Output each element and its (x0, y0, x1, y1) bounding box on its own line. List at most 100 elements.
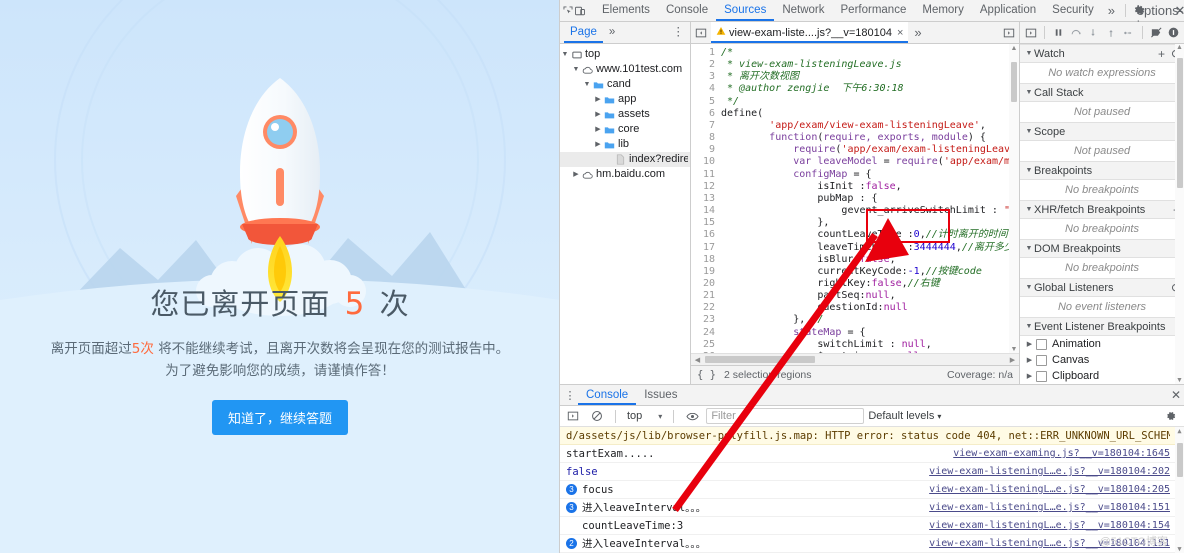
chevron-down-icon[interactable]: ▼ (1024, 167, 1034, 174)
drawer-tab-console[interactable]: Console (578, 385, 636, 405)
code-line[interactable]: isInit :false, (721, 181, 1019, 193)
inspect-element-icon[interactable] (562, 1, 574, 20)
checkbox[interactable] (1036, 354, 1047, 366)
show-debugger-icon[interactable] (999, 23, 1019, 42)
gear-icon[interactable] (1161, 407, 1181, 426)
tab-application[interactable]: Application (972, 0, 1044, 21)
tree-item-index-redirect[interactable]: index?redirect=0 (560, 152, 690, 167)
scroll-up-icon[interactable]: ▲ (1175, 44, 1184, 51)
chevron-right-icon[interactable]: ▶ (1024, 372, 1035, 380)
drawer-kebab-icon[interactable]: ⋮ (562, 389, 578, 402)
chevron-down-icon[interactable]: ▼ (1024, 284, 1034, 291)
code-line[interactable]: /* (721, 47, 1019, 59)
chevron-right-icon[interactable]: ▶ (1024, 340, 1035, 348)
code-line[interactable]: function(require, exports, module) { (721, 132, 1019, 144)
code-line[interactable]: pubMap : { (721, 193, 1019, 205)
clear-console-icon[interactable] (587, 407, 607, 426)
tree-item-www-101test-com[interactable]: ▼ www.101test.com (560, 62, 690, 77)
chevron-right-icon[interactable]: ▶ (593, 122, 603, 137)
more-tabs-icon[interactable]: » (1102, 3, 1121, 18)
source-tabs-more-icon[interactable]: » (908, 25, 927, 40)
tab-performance[interactable]: Performance (833, 0, 915, 21)
tree-item-hm-baidu-com[interactable]: ▶ hm.baidu.com (560, 167, 690, 182)
code-line[interactable]: configMap = { (721, 169, 1019, 181)
code-line[interactable]: currentKeyCode:-1,//按键code (721, 266, 1019, 278)
code-line[interactable]: var leaveModel = require('app/exam/model… (721, 156, 1019, 168)
tree-item-lib[interactable]: ▶ lib (560, 137, 690, 152)
console-row[interactable]: 3 进入leaveInterval。。。 view-exam-listening… (560, 499, 1184, 517)
chevron-down-icon[interactable]: ▼ (571, 62, 581, 77)
section-header-watch[interactable]: ▼ Watch + ⟳ (1020, 44, 1184, 63)
code-line[interactable]: }, (721, 217, 1019, 229)
tab-network[interactable]: Network (774, 0, 832, 21)
scroll-left-icon[interactable]: ◀ (691, 356, 704, 364)
code-line[interactable]: gevent_arriveSwitchLimit : "view-e (721, 205, 1019, 217)
elb-item-clipboard[interactable]: ▶ Clipboard (1020, 368, 1184, 384)
console-filter-input[interactable]: Filter (706, 408, 865, 424)
tree-item-cand[interactable]: ▼ cand (560, 77, 690, 92)
section-header-scope[interactable]: ▼ Scope (1020, 122, 1184, 141)
code-line[interactable]: switchLimit : null, (721, 339, 1019, 351)
tree-item-top[interactable]: ▼ top (560, 47, 690, 62)
step-out-icon[interactable] (1103, 23, 1118, 42)
console-vertical-scrollbar[interactable]: ▲ ▼ (1175, 427, 1184, 553)
chevron-down-icon[interactable]: ▼ (1024, 89, 1034, 96)
chevron-down-icon[interactable]: ▼ (1024, 206, 1034, 213)
source-code-text[interactable]: /* * view-exam-listeningLeave.js * 离开次数视… (719, 44, 1019, 365)
scroll-down-icon[interactable]: ▼ (1009, 346, 1019, 353)
console-row[interactable]: 3 focus view-exam-listeningL…e.js?__v=18… (560, 481, 1184, 499)
elb-item-animation[interactable]: ▶ Animation (1020, 336, 1184, 352)
chevron-right-icon[interactable]: ▶ (593, 137, 603, 152)
console-row[interactable]: false view-exam-listeningL…e.js?__v=1801… (560, 463, 1184, 481)
scrollbar-thumb[interactable] (1176, 443, 1183, 477)
tree-item-app[interactable]: ▶ app (560, 92, 690, 107)
console-row[interactable]: 2 进入leaveInterval。。。 view-exam-listening… (560, 535, 1184, 553)
code-line[interactable]: */ (721, 96, 1019, 108)
close-icon[interactable]: × (895, 27, 903, 39)
code-line[interactable]: rightKey:false,//右键 (721, 278, 1019, 290)
tree-item-core[interactable]: ▶ core (560, 122, 690, 137)
close-icon[interactable]: ✕ (1168, 388, 1184, 402)
continue-answering-button[interactable]: 知道了，继续答题 (211, 400, 348, 435)
code-viewport[interactable]: 1 2 3 4 5 6 7 8 9 10 11 12 13 14 15 16 17 18 19 20 21 22 23 24 2… (691, 44, 1019, 365)
chevron-right-icon[interactable]: ▶ (1024, 356, 1035, 364)
add-watch-expression-icon[interactable]: + (1154, 47, 1169, 61)
tree-item-assets[interactable]: ▶ assets (560, 107, 690, 122)
navigator-tab-page[interactable]: Page (564, 22, 603, 43)
code-line[interactable]: stateMap = { (721, 327, 1019, 339)
pretty-print-icon[interactable]: { } (697, 369, 716, 381)
tab-memory[interactable]: Memory (914, 0, 972, 21)
scrollbar-thumb-h[interactable] (705, 356, 815, 363)
scrollbar-thumb[interactable] (1011, 62, 1017, 102)
navigator-kebab-icon[interactable]: ⋮ (667, 22, 691, 43)
scroll-down-icon[interactable]: ▼ (1175, 545, 1184, 553)
section-header-event-listener-breakpoints[interactable]: ▼ Event Listener Breakpoints (1020, 317, 1184, 336)
code-line[interactable]: isBlur:false, (721, 254, 1019, 266)
tab-security[interactable]: Security (1044, 0, 1102, 21)
chevron-down-icon[interactable]: ▼ (1024, 128, 1034, 135)
scrollbar-thumb[interactable] (1176, 58, 1183, 188)
console-context-selector[interactable]: top ▾ (624, 410, 665, 422)
chevron-down-icon[interactable]: ▼ (582, 77, 592, 92)
show-debugger-sidebar-icon[interactable] (1023, 23, 1038, 42)
console-source-link[interactable]: view-exam-listeningL…e.js?__v=180104:205 (929, 484, 1170, 495)
console-source-link[interactable]: view-exam-examing.js?__v=180104:1645 (953, 448, 1170, 459)
device-toolbar-icon[interactable] (574, 1, 586, 20)
chevron-down-icon[interactable]: ▼ (1024, 245, 1034, 252)
live-expression-icon[interactable] (682, 407, 702, 426)
tab-elements[interactable]: Elements (594, 0, 658, 21)
step-over-icon[interactable] (1068, 23, 1083, 42)
checkbox[interactable] (1036, 338, 1047, 350)
code-line[interactable]: }, // (721, 314, 1019, 326)
console-row-warning[interactable]: d/assets/js/lib/browser-polyfill.js.map:… (560, 427, 1184, 445)
scroll-up-icon[interactable]: ▲ (1009, 45, 1019, 52)
tab-sources[interactable]: Sources (716, 0, 774, 21)
chevron-down-icon[interactable]: ▼ (1024, 50, 1034, 57)
console-sidebar-icon[interactable] (563, 407, 583, 426)
more-options-icon[interactable]: more-options-icon (1137, 0, 1183, 33)
console-row[interactable]: countLeaveTime:3 view-exam-listeningL…e.… (560, 517, 1184, 535)
code-line[interactable]: partSeq:null, (721, 290, 1019, 302)
section-header-breakpoints[interactable]: ▼ Breakpoints (1020, 161, 1184, 180)
console-source-link[interactable]: view-exam-listeningL…e.js?__v=180104:151 (929, 502, 1170, 513)
code-line[interactable]: countLeaveTime :0,//计时离开的时间 (721, 229, 1019, 241)
